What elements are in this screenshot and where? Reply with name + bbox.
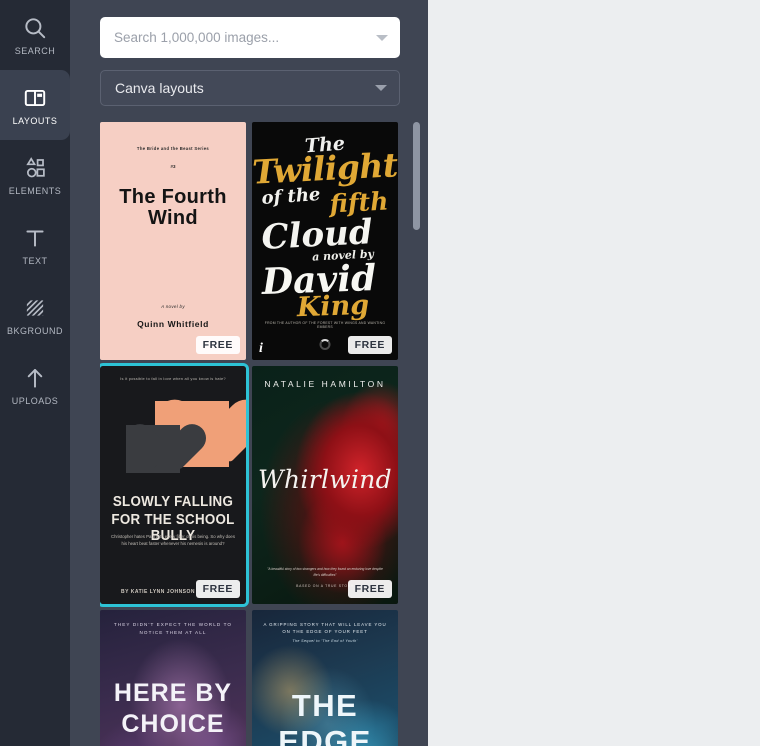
text-icon	[22, 225, 48, 251]
sidebar-item-text[interactable]: TEXT	[0, 210, 70, 280]
cover-title-line1: SLOWLY FALLING	[112, 494, 234, 510]
layouts-panel: Search 1,000,000 images... Canva layouts…	[70, 0, 428, 746]
cover-title-line2: Wind	[148, 207, 198, 229]
chevron-down-icon[interactable]	[375, 85, 387, 91]
free-badge: FREE	[195, 580, 240, 598]
book-cover-art: A GRIPPING STORY THAT WILL LEAVE YOU ON …	[252, 610, 398, 746]
chevron-down-icon[interactable]	[376, 34, 388, 41]
layout-card-the-fourth-wind[interactable]: The Bride and the Beast Series #3 The Fo…	[100, 122, 246, 360]
cover-author: NATALIE HAMILTON	[264, 379, 386, 389]
panel-header: Search 1,000,000 images... Canva layouts	[70, 0, 428, 106]
sidebar-label-uploads: UPLOADS	[11, 395, 59, 406]
category-select[interactable]: Canva layouts	[100, 70, 400, 106]
cover-line-twilight: Twilight	[252, 145, 398, 192]
sidebar-item-uploads[interactable]: UPLOADS	[0, 350, 70, 420]
cover-tagline: A GRIPPING STORY THAT WILL LEAVE YOU ON …	[263, 622, 387, 635]
free-badge: FREE	[347, 336, 392, 354]
sidebar-item-elements[interactable]: ELEMENTS	[0, 140, 70, 210]
sidebar-label-background: BKGROUND	[6, 325, 63, 336]
upload-icon	[22, 365, 48, 391]
canva-editor-window: SEARCH LAYOUTS ELEMENTS TEXT BKGROUND UP…	[0, 0, 760, 746]
cover-line-king: King	[296, 289, 370, 324]
free-badge: FREE	[195, 336, 240, 354]
category-select-value: Canva layouts	[115, 80, 204, 96]
cover-author: BY KATIE LYNN JOHNSON	[120, 589, 196, 595]
cover-blurb: FROM THE AUTHOR OF THE FOREST WITH WINGS…	[264, 321, 386, 329]
search-placeholder: Search 1,000,000 images...	[114, 30, 280, 45]
layout-card-the-edge[interactable]: A GRIPPING STORY THAT WILL LEAVE YOU ON …	[252, 610, 398, 746]
heart-icon	[126, 425, 180, 473]
layouts-icon	[22, 85, 48, 111]
cover-title-line1: THE EDGE	[278, 688, 372, 746]
book-cover-art: The Twilight of the fifth Cloud a novel …	[252, 122, 398, 360]
cover-tagline: THEY DIDN'T EXPECT THE WORLD TO NOTICE T…	[113, 622, 233, 635]
left-sidebar-rail: SEARCH LAYOUTS ELEMENTS TEXT BKGROUND UP…	[0, 0, 70, 746]
cover-number: #3	[170, 164, 176, 169]
cover-description: Christopher hates Paul with every fiber …	[111, 534, 235, 546]
panel-scrollbar-thumb[interactable]	[413, 122, 420, 230]
cover-title-line1: The Fourth	[119, 186, 227, 208]
design-canvas-area[interactable]	[428, 0, 760, 746]
sidebar-item-search[interactable]: SEARCH	[0, 0, 70, 70]
layout-card-twilight-of-the-fifth-cloud[interactable]: The Twilight of the fifth Cloud a novel …	[252, 122, 398, 360]
sidebar-item-layouts[interactable]: LAYOUTS	[0, 70, 70, 140]
cover-a-novel-by: A novel by	[161, 304, 185, 309]
free-badge: FREE	[347, 580, 392, 598]
cover-quote: "A beautiful story of two strangers and …	[267, 567, 383, 577]
background-icon	[22, 295, 48, 321]
layouts-grid: The Bride and the Beast Series #3 The Fo…	[100, 122, 406, 746]
book-cover-art: THEY DIDN'T EXPECT THE WORLD TO NOTICE T…	[100, 610, 246, 746]
layouts-grid-scroll-area[interactable]: The Bride and the Beast Series #3 The Fo…	[100, 122, 412, 746]
cover-subtitle: The Sequel to 'The End of Youth'	[292, 639, 358, 643]
elements-icon	[22, 155, 48, 181]
search-input[interactable]: Search 1,000,000 images...	[100, 17, 400, 58]
sidebar-label-text: TEXT	[22, 255, 48, 266]
hearts-graphic	[100, 397, 246, 475]
book-cover-art: The Bride and the Beast Series #3 The Fo…	[100, 122, 246, 360]
cover-title-line1: HERE BY	[113, 679, 233, 707]
cover-title-line2: CHOICE	[121, 710, 225, 738]
sidebar-label-search: SEARCH	[14, 45, 56, 56]
cover-title: Whirlwind	[258, 465, 392, 494]
cover-series: The Bride and the Beast Series	[136, 146, 210, 151]
panel-scrollbar[interactable]	[413, 122, 420, 746]
cover-tagline: Is it possible to fall in love when all …	[120, 376, 226, 381]
layout-card-here-by-choice[interactable]: THEY DIDN'T EXPECT THE WORLD TO NOTICE T…	[100, 610, 246, 746]
book-cover-art: Is it possible to fall in love when all …	[100, 366, 246, 604]
sidebar-label-elements: ELEMENTS	[8, 185, 62, 196]
cover-author: Quinn Whitfield	[137, 319, 209, 329]
book-cover-art: NATALIE HAMILTON Whirlwind "A beautiful …	[252, 366, 398, 604]
info-icon[interactable]: i	[259, 342, 263, 356]
loading-spinner-icon	[319, 339, 331, 350]
sidebar-label-layouts: LAYOUTS	[12, 115, 58, 126]
layout-card-whirlwind[interactable]: NATALIE HAMILTON Whirlwind "A beautiful …	[252, 366, 398, 604]
sidebar-item-background[interactable]: BKGROUND	[0, 280, 70, 350]
search-icon	[22, 15, 48, 41]
layout-card-slowly-falling-for-the-school-bully[interactable]: Is it possible to fall in love when all …	[100, 363, 249, 607]
